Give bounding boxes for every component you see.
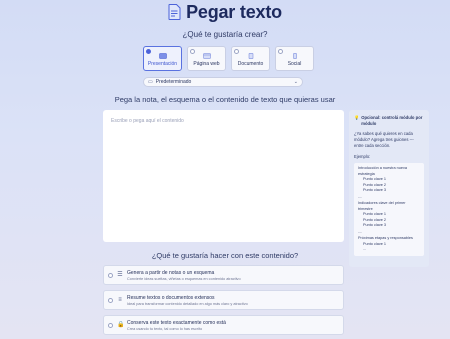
option-generate[interactable]: ☰ Genera a partir de notas o un esquema … xyxy=(103,265,344,285)
presentation-icon xyxy=(158,53,167,59)
side-heading-text: Opcional: controlá módulo por módulo xyxy=(361,115,423,126)
example-box: Introducción a nuestra nueva estrategia … xyxy=(354,163,424,256)
option-text: Genera a partir de notas o un esquema Co… xyxy=(127,270,241,281)
option-preserve[interactable]: 🔒 Conserva este texto exactamente como e… xyxy=(103,315,344,335)
paste-title: Pega la nota, el esquema o el contenido … xyxy=(114,95,336,104)
summarize-icon: ≡ xyxy=(118,297,122,303)
option-title: Conserva este texto exactamente como est… xyxy=(127,319,226,326)
option-subtitle: Crea usando tu texto, tal como lo has es… xyxy=(127,326,203,331)
question-create: ¿Qué te gustaría crear? xyxy=(182,30,268,39)
header: Pegar texto xyxy=(0,0,450,24)
type-selector: Presentación Página web Documento Social xyxy=(143,46,314,71)
preset-label: Predeterminado xyxy=(155,79,192,85)
lock-icon: 🔒 xyxy=(117,322,125,328)
side-heading: 💡 Opcional: controlá módulo por módulo xyxy=(354,115,424,126)
side-info: ¿Ya sabes qué quieres en cada módulo? Ag… xyxy=(354,131,414,148)
example-item: Punto clave 3 xyxy=(363,223,387,228)
side-panel: 💡 Opcional: controlá módulo por módulo ¿… xyxy=(349,110,429,267)
example-heading: Próximas etapas y responsables xyxy=(358,236,413,241)
type-label: Social xyxy=(287,61,302,67)
type-card-pagina-web[interactable]: Página web xyxy=(187,46,226,71)
option-subtitle: Ideal para transformar contenido detalla… xyxy=(127,301,248,306)
option-title: Resume textos o documentos extensos xyxy=(127,294,215,301)
radio-icon xyxy=(108,322,113,328)
radio-icon xyxy=(190,49,195,54)
question-do: ¿Qué te gustaría hacer con este contenid… xyxy=(151,251,299,260)
type-label: Página web xyxy=(193,61,220,67)
document-icon xyxy=(248,53,253,59)
radio-icon xyxy=(146,49,151,54)
option-text: Conserva este texto exactamente como est… xyxy=(127,320,226,331)
example-item: Punto clave 3 xyxy=(363,188,387,193)
social-icon xyxy=(292,53,297,59)
radio-icon xyxy=(108,272,113,278)
radio-icon xyxy=(234,49,239,54)
type-label: Documento xyxy=(237,61,264,67)
options-list: ☰ Genera a partir de notas o un esquema … xyxy=(103,265,344,339)
option-text: Resume textos o documentos extensos Idea… xyxy=(127,295,248,306)
type-card-presentacion[interactable]: Presentación xyxy=(143,46,182,71)
radio-icon xyxy=(278,49,283,54)
option-summarize[interactable]: ≡ Resume textos o documentos extensos Id… xyxy=(103,290,344,310)
radio-icon xyxy=(108,297,113,303)
preset-icon: ▭ xyxy=(148,79,153,85)
preset-dropdown[interactable]: ▭ Predeterminado ⌄ xyxy=(143,77,303,87)
lightbulb-icon: 💡 xyxy=(354,115,360,120)
content-textarea[interactable]: Escribe o pega aquí el contenido xyxy=(103,110,344,242)
example-heading: Introducción a nuestra nueva estrategia xyxy=(358,166,407,176)
example-separator: --- xyxy=(358,229,362,234)
type-card-social[interactable]: Social xyxy=(275,46,314,71)
type-label: Presentación xyxy=(147,61,178,67)
webpage-icon xyxy=(202,53,211,59)
list-icon: ☰ xyxy=(117,272,123,278)
example-label: Ejemplo: xyxy=(354,154,371,160)
page-title: Pegar texto xyxy=(186,1,282,22)
option-subtitle: Convierte ideas sueltas, viñetas o esque… xyxy=(127,276,241,281)
textarea-placeholder: Escribe o pega aquí el contenido xyxy=(111,118,184,124)
example-separator: --- xyxy=(358,194,362,199)
example-heading: Indicadores clave del primer trimestre xyxy=(358,201,406,211)
type-card-documento[interactable]: Documento xyxy=(231,46,270,71)
option-title: Genera a partir de notas o un esquema xyxy=(127,269,215,276)
document-icon xyxy=(168,4,181,20)
chevron-down-icon: ⌄ xyxy=(293,79,298,85)
